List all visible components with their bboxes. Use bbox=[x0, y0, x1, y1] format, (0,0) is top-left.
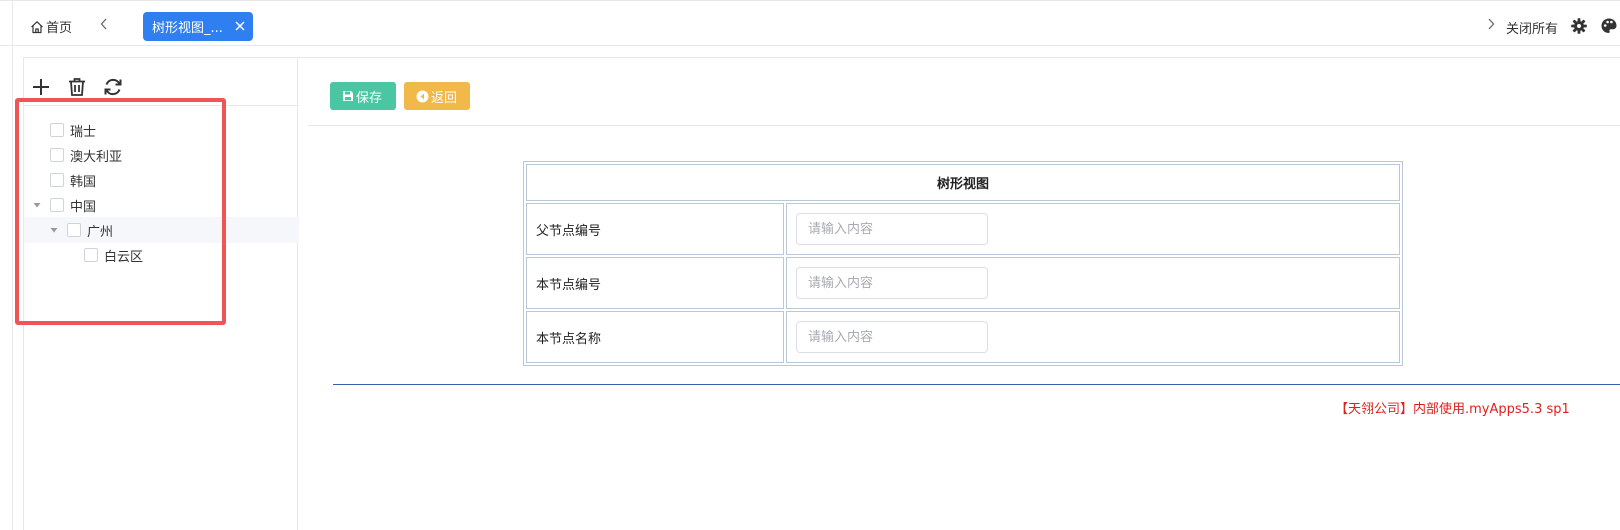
tree-node-label: 瑞士 bbox=[70, 124, 97, 140]
app-window: 首页 树形视图_... 关闭所有 瑞士 澳大利亚 韩国 中国 广州 白云区 保存… bbox=[0, 0, 1620, 530]
tree-node-china[interactable]: 中国 bbox=[24, 192, 299, 218]
trash-icon[interactable] bbox=[66, 76, 88, 98]
tab-home[interactable]: 首页 bbox=[30, 17, 72, 36]
tree-node-checkbox[interactable] bbox=[50, 198, 64, 212]
tree-node-korea[interactable]: 韩国 bbox=[24, 167, 299, 193]
refresh-icon[interactable] bbox=[102, 76, 124, 98]
field-label: 本节点编号 bbox=[526, 257, 784, 309]
form-title: 树形视图 bbox=[526, 164, 1400, 201]
back-circle-icon bbox=[416, 90, 429, 102]
tree-node-label: 中国 bbox=[70, 199, 97, 215]
tree-node-checkbox[interactable] bbox=[50, 123, 64, 137]
tree-node-switzerland[interactable]: 瑞士 bbox=[24, 117, 299, 143]
close-icon[interactable] bbox=[234, 20, 246, 32]
gear-icon[interactable] bbox=[1570, 17, 1588, 35]
chevron-right-icon[interactable] bbox=[1484, 15, 1498, 33]
form-row-parent-id: 父节点编号 bbox=[526, 203, 1400, 255]
tree-node-guangzhou[interactable]: 广州 bbox=[24, 217, 299, 243]
field-label: 本节点名称 bbox=[526, 311, 784, 363]
tree-node-baiyun[interactable]: 白云区 bbox=[24, 242, 299, 268]
caret-down-icon[interactable] bbox=[32, 200, 42, 210]
plus-icon[interactable] bbox=[30, 76, 52, 98]
save-button[interactable]: 保存 bbox=[330, 82, 396, 110]
tree-node-australia[interactable]: 澳大利亚 bbox=[24, 142, 299, 168]
footer-note: 【天翎公司】内部使用.myApps5.3 sp1 bbox=[1335, 402, 1570, 417]
caret-down-icon[interactable] bbox=[49, 225, 59, 235]
chevron-left-icon[interactable] bbox=[97, 15, 111, 33]
tab-bar: 首页 树形视图_... 关闭所有 bbox=[0, 0, 1620, 46]
tree-node-label: 广州 bbox=[87, 224, 114, 240]
tree-toolbar bbox=[24, 58, 299, 106]
tree-node-checkbox[interactable] bbox=[50, 148, 64, 162]
footer-divider bbox=[333, 384, 1620, 385]
tree-node-checkbox[interactable] bbox=[84, 248, 98, 262]
tab-tree-view[interactable]: 树形视图_... bbox=[143, 12, 253, 41]
tree-view-form: 树形视图 父节点编号 本节点编号 本节点名称 bbox=[523, 161, 1403, 366]
tab-tree-view-label: 树形视图_... bbox=[152, 21, 223, 36]
tree-panel: 瑞士 澳大利亚 韩国 中国 广州 白云区 bbox=[23, 57, 299, 530]
tree-node-label: 白云区 bbox=[104, 249, 144, 265]
field-label: 父节点编号 bbox=[526, 203, 784, 255]
parent-node-id-input[interactable] bbox=[796, 213, 988, 245]
sidebar-edge bbox=[12, 0, 13, 530]
node-name-input[interactable] bbox=[796, 321, 988, 353]
palette-icon[interactable] bbox=[1600, 17, 1618, 35]
tree-node-label: 澳大利亚 bbox=[70, 149, 123, 165]
close-all-tabs-button[interactable]: 关闭所有 bbox=[1506, 18, 1558, 37]
home-icon bbox=[31, 20, 43, 33]
tree-node-checkbox[interactable] bbox=[50, 173, 64, 187]
content-divider bbox=[308, 125, 1620, 126]
back-button[interactable]: 返回 bbox=[404, 82, 470, 110]
save-icon bbox=[343, 91, 353, 101]
tree-node-label: 韩国 bbox=[70, 174, 97, 190]
form-row-node-name: 本节点名称 bbox=[526, 311, 1400, 363]
save-button-label: 保存 bbox=[356, 90, 383, 106]
tab-home-label: 首页 bbox=[46, 21, 73, 36]
tree-node-checkbox[interactable] bbox=[67, 223, 81, 237]
form-row-node-id: 本节点编号 bbox=[526, 257, 1400, 309]
back-button-label: 返回 bbox=[431, 90, 458, 106]
node-id-input[interactable] bbox=[796, 267, 988, 299]
